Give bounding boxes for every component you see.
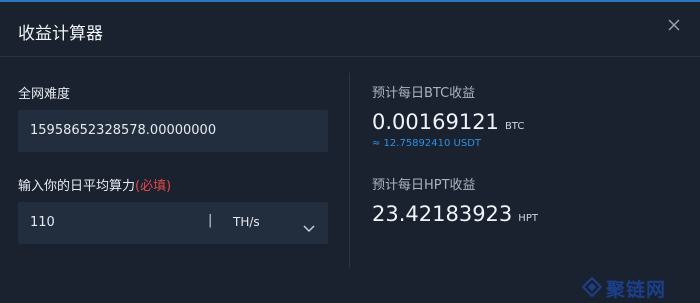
hpt-label: 预计每日HPT收益 — [372, 178, 476, 193]
hashrate-value: 110 — [30, 215, 55, 230]
hashrate-label-text: 输入你的日平均算力 — [18, 179, 136, 194]
watermark-logo-icon — [581, 276, 603, 298]
dialog-title: 收益计算器 — [18, 24, 103, 44]
hpt-result: 23.42183923 HPT — [372, 202, 538, 226]
watermark-text: 聚链网 — [606, 279, 667, 301]
dialog-header: 收益计算器 — [0, 2, 700, 57]
hpt-value: 23.42183923 — [372, 202, 513, 226]
close-icon[interactable] — [667, 18, 681, 32]
difficulty-field[interactable]: 15958652328578.00000000 — [18, 110, 328, 152]
btc-unit: BTC — [504, 121, 525, 132]
btc-usdt-equivalent: ≈ 12.75892410 USDT — [372, 138, 482, 149]
btc-label: 预计每日BTC收益 — [372, 86, 476, 101]
unit-select-value[interactable]: TH/s — [233, 215, 260, 229]
watermark: 聚链网 — [581, 275, 692, 301]
btc-result: 0.00169121 BTC — [372, 110, 524, 134]
panel-divider — [349, 73, 350, 268]
difficulty-label: 全网难度 — [18, 87, 71, 102]
hpt-unit: HPT — [518, 213, 538, 224]
hashrate-label: 输入你的日平均算力(必填) — [18, 175, 171, 194]
difficulty-value: 15958652328578.00000000 — [30, 123, 217, 138]
hashrate-field[interactable]: 110 | TH/s — [18, 202, 328, 244]
required-marker: (必填) — [135, 179, 172, 194]
chevron-down-icon[interactable] — [303, 218, 315, 237]
unit-separator: | — [208, 213, 213, 228]
btc-value: 0.00169121 — [372, 110, 499, 134]
